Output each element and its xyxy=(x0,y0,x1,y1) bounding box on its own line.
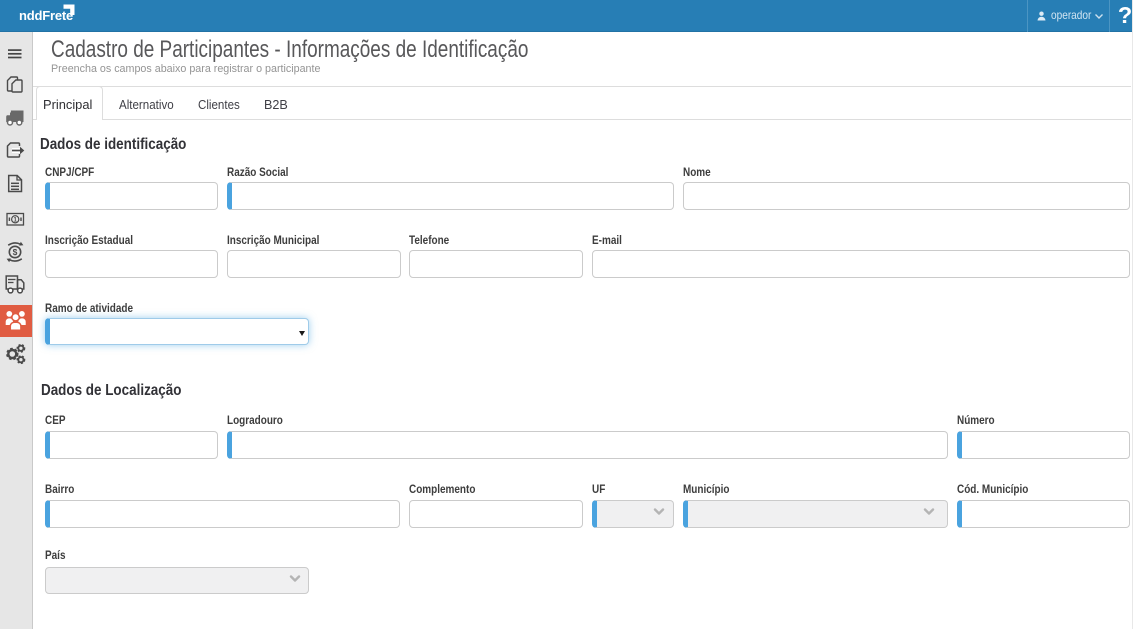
svg-text:$: $ xyxy=(13,247,18,257)
